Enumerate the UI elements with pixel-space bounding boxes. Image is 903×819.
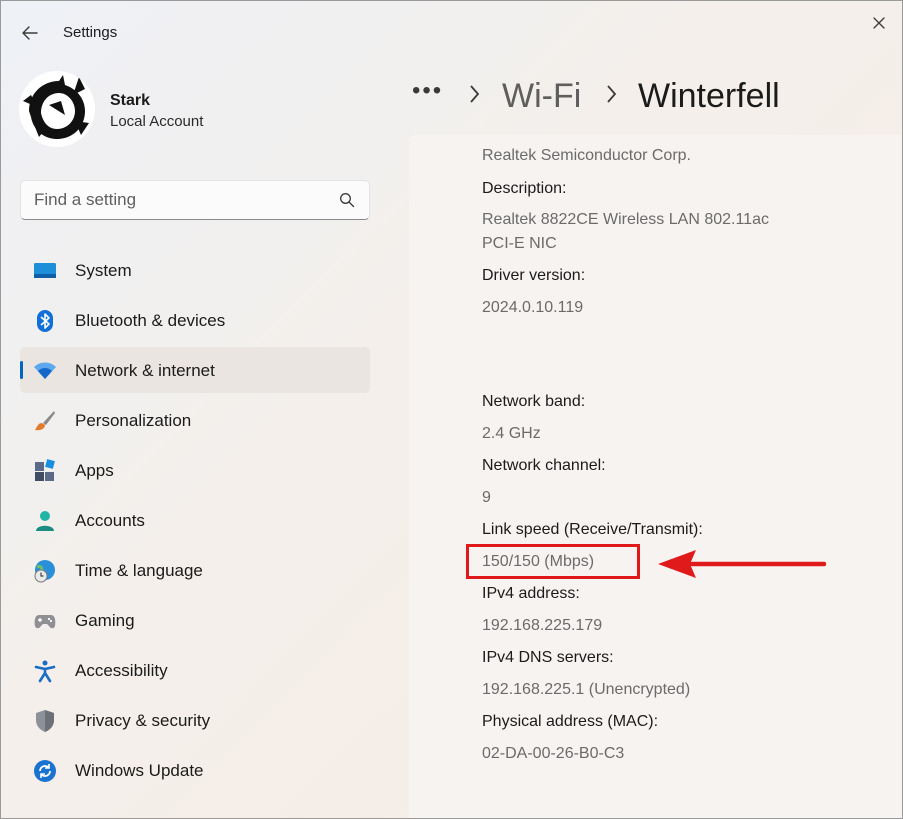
accessibility-icon [34,660,56,683]
sidebar-item-label: Apps [75,461,114,480]
accounts-icon [36,511,54,531]
page-title: Winterfell [638,77,780,115]
driver-version-label: Driver version: [482,267,586,284]
sidebar-item-windows-update[interactable]: Windows Update [20,747,370,793]
ipv4-dns-label: IPv4 DNS servers: [482,649,614,666]
breadcrumb-wifi[interactable]: Wi-Fi [502,77,581,116]
mac-address-value: 02-DA-00-26-B0-C3 [482,745,625,762]
user-profile[interactable]: Stark Local Account [19,71,379,151]
mac-address-label: Physical address (MAC): [482,713,659,730]
sidebar-item-label: Privacy & security [75,711,211,730]
sidebar-nav: System Bluetooth & devices Network & int… [20,247,370,797]
driver-version-value: 2024.0.10.119 [482,299,584,316]
annotation-highlight-box [466,544,640,579]
sidebar-item-label: Gaming [75,611,135,630]
description-value-line1: Realtek 8822CE Wireless LAN 802.11ac [482,211,769,228]
close-icon [873,17,885,29]
sidebar-item-personalization[interactable]: Personalization [20,397,370,443]
globe-clock-icon [34,560,55,583]
back-arrow-icon [22,26,38,40]
network-band-value: 2.4 GHz [482,425,541,442]
network-channel-label: Network channel: [482,457,606,474]
bluetooth-icon [37,310,53,332]
ipv4-address-label: IPv4 address: [482,585,580,602]
sidebar-item-label: Bluetooth & devices [75,311,226,330]
search-box[interactable] [20,180,370,220]
network-band-label: Network band: [482,393,586,410]
sidebar-item-accessibility[interactable]: Accessibility [20,647,370,693]
description-label: Description: [482,180,567,197]
chevron-right-icon [470,85,480,103]
gamepad-icon [34,615,56,629]
user-name: Stark [110,92,151,109]
sidebar-item-label: Windows Update [75,761,204,780]
sidebar-item-label: Time & language [75,561,203,580]
sidebar-item-label: Personalization [75,411,192,430]
sidebar-item-accounts[interactable]: Accounts [20,497,370,543]
chevron-right-icon [607,85,617,103]
breadcrumb: ••• Wi-Fi Winterfell [409,71,899,121]
ipv4-dns-value: 192.168.225.1 (Unencrypted) [482,681,691,698]
shield-icon [36,710,54,732]
active-indicator [20,361,23,379]
description-value-line2: PCI-E NIC [482,235,557,252]
network-channel-value: 9 [482,489,491,506]
avatar [19,71,95,147]
back-button[interactable] [15,19,45,47]
sidebar-item-system[interactable]: System [20,247,370,293]
sidebar-item-time-language[interactable]: Time & language [20,547,370,593]
sidebar-item-apps[interactable]: Apps [20,447,370,493]
breadcrumb-more-button[interactable]: ••• [412,77,443,105]
close-button[interactable] [864,9,894,37]
sidebar-item-label: Accessibility [75,661,168,680]
sidebar-item-network[interactable]: Network & internet [20,347,370,393]
sidebar-item-privacy[interactable]: Privacy & security [20,697,370,743]
search-icon[interactable] [339,192,355,208]
update-icon [34,760,56,782]
sidebar-item-label: Network & internet [75,361,215,380]
link-speed-label: Link speed (Receive/Transmit): [482,521,703,538]
title-bar: Settings [1,1,902,63]
settings-window: Settings Stark Local Account Find a sett… [0,0,903,819]
account-type: Local Account [110,113,204,130]
sidebar-item-label: System [75,261,132,280]
sidebar-item-gaming[interactable]: Gaming [20,597,370,643]
sidebar-item-label: Accounts [75,511,145,530]
search-input[interactable] [21,181,321,219]
apps-icon [35,459,55,481]
avatar-logo-icon [19,71,95,147]
system-icon [34,263,56,278]
sidebar-item-bluetooth[interactable]: Bluetooth & devices [20,297,370,343]
app-title: Settings [63,24,118,41]
manufacturer-value: Realtek Semiconductor Corp. [482,147,691,164]
ipv4-address-value: 192.168.225.179 [482,617,603,634]
wifi-icon [34,362,56,379]
annotation-arrow-icon [658,550,827,578]
brush-icon [35,411,55,431]
